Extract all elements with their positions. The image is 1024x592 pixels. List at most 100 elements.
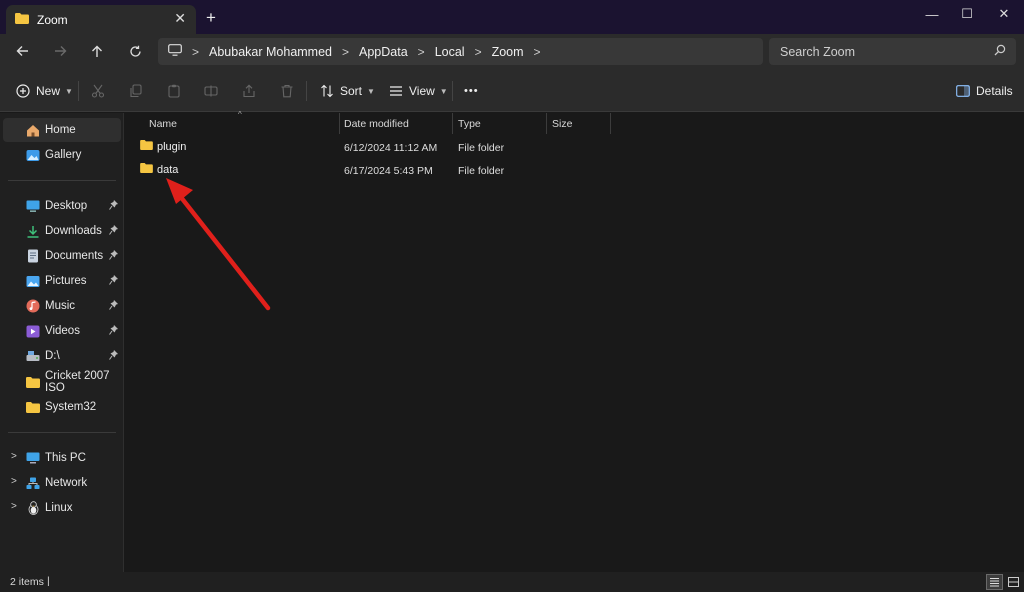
breadcrumb-chevron-icon[interactable]: >	[192, 45, 199, 59]
chevron-down-icon: ▼	[439, 86, 448, 96]
search-input[interactable]: Search Zoom	[769, 38, 1016, 65]
column-resize-handle[interactable]	[610, 113, 611, 134]
breadcrumb-chevron-icon[interactable]: >	[534, 45, 541, 59]
tab-zoom[interactable]: Zoom ✕	[6, 5, 196, 34]
column-resize-handle[interactable]	[546, 113, 547, 134]
column-header-name[interactable]: Name	[149, 113, 177, 135]
file-type: File folder	[458, 142, 505, 154]
status-separator: |	[47, 575, 50, 587]
new-label: New	[36, 84, 61, 98]
pin-icon[interactable]	[109, 225, 118, 238]
view-button[interactable]: View ▼	[389, 80, 448, 102]
file-date-modified: 6/12/2024 11:12 AM	[344, 142, 438, 154]
chevron-right-icon[interactable]: >	[11, 501, 17, 512]
sidebar-divider	[8, 180, 116, 181]
column-header-date-modified[interactable]: Date modified	[344, 113, 409, 135]
drive-icon	[26, 349, 40, 363]
pin-icon[interactable]	[109, 325, 118, 338]
sidebar-item-label: Home	[45, 124, 76, 136]
up-button[interactable]	[84, 40, 110, 62]
close-tab-icon[interactable]: ✕	[174, 10, 186, 27]
column-header-size[interactable]: Size	[552, 113, 572, 135]
chevron-right-icon[interactable]: >	[11, 451, 17, 462]
details-pane-icon	[956, 85, 970, 97]
sidebar-item-this-pc[interactable]: > This PC	[3, 446, 121, 470]
sidebar-item-desktop[interactable]: Desktop	[3, 194, 121, 218]
sidebar-item-documents[interactable]: Documents	[3, 244, 121, 268]
sidebar-item-home[interactable]: Home	[3, 118, 121, 142]
pin-icon[interactable]	[109, 250, 118, 263]
delete-button[interactable]	[280, 80, 294, 102]
sidebar-item-pictures[interactable]: Pictures	[3, 269, 121, 293]
monitor-icon	[168, 44, 182, 59]
gallery-icon	[26, 148, 40, 162]
sidebar-item-system32[interactable]: System32	[3, 395, 121, 419]
desktop-icon	[26, 199, 40, 213]
new-button[interactable]: New ▼	[16, 80, 73, 102]
back-button[interactable]	[9, 40, 35, 62]
breadcrumb-chevron-icon[interactable]: >	[418, 45, 425, 59]
pin-icon[interactable]	[109, 300, 118, 313]
table-row[interactable]: data 6/17/2024 5:43 PM File folder	[135, 160, 615, 182]
details-view-button[interactable]	[986, 574, 1003, 590]
sidebar-item-network[interactable]: > Network	[3, 471, 121, 495]
sidebar-item-gallery[interactable]: Gallery	[3, 143, 121, 167]
tiles-view-button[interactable]	[1005, 574, 1022, 590]
sidebar-item-label: Gallery	[45, 149, 82, 161]
sidebar-item-label: Linux	[45, 502, 73, 514]
view-list-icon	[390, 86, 402, 96]
address-row: > Abubakar Mohammed > AppData > Local > …	[0, 34, 1024, 70]
linux-icon	[26, 501, 40, 515]
breadcrumb-chevron-icon[interactable]: >	[475, 45, 482, 59]
paste-button[interactable]	[167, 80, 181, 102]
rename-button[interactable]	[204, 80, 218, 102]
music-icon	[26, 299, 40, 313]
search-icon	[994, 44, 1006, 59]
toolbar-divider	[78, 81, 79, 101]
folder-icon	[26, 375, 40, 389]
sidebar-item-linux[interactable]: > Linux	[3, 496, 121, 520]
chevron-down-icon: ▼	[65, 86, 73, 96]
file-name: data	[157, 163, 179, 176]
refresh-button[interactable]	[122, 40, 148, 62]
table-row[interactable]: plugin 6/12/2024 11:12 AM File folder	[135, 137, 615, 159]
pin-icon[interactable]	[109, 275, 118, 288]
column-resize-handle[interactable]	[452, 113, 453, 134]
pc-icon	[26, 451, 40, 465]
pin-icon[interactable]	[109, 350, 118, 363]
chevron-right-icon[interactable]: >	[11, 476, 17, 487]
breadcrumb-local[interactable]: Local	[435, 45, 465, 59]
new-tab-button[interactable]: +	[206, 8, 216, 28]
sidebar-item-videos[interactable]: Videos	[3, 319, 121, 343]
pin-icon[interactable]	[109, 200, 118, 213]
column-header-type[interactable]: Type	[458, 113, 481, 135]
command-bar: New ▼ Sort ▼ View ▼ ••• Details	[0, 70, 1024, 112]
more-options-button[interactable]: •••	[464, 80, 479, 102]
item-count: 2 items	[10, 576, 44, 588]
details-button[interactable]: Details	[956, 80, 1013, 102]
file-name: plugin	[157, 140, 187, 153]
sidebar-item-music[interactable]: Music	[3, 294, 121, 318]
minimize-button[interactable]: —	[916, 3, 948, 25]
toolbar-divider	[452, 81, 453, 101]
sidebar-item-drive-d[interactable]: D:\	[3, 344, 121, 368]
sidebar-item-label: D:\	[45, 350, 60, 362]
maximize-button[interactable]: ☐	[951, 3, 983, 25]
breadcrumb-chevron-icon[interactable]: >	[342, 45, 349, 59]
breadcrumb-appdata[interactable]: AppData	[359, 45, 408, 59]
forward-button[interactable]	[47, 40, 73, 62]
share-button[interactable]	[242, 80, 256, 102]
sidebar-item-downloads[interactable]: Downloads	[3, 219, 121, 243]
documents-icon	[26, 249, 40, 263]
network-icon	[26, 476, 40, 490]
copy-button[interactable]	[129, 80, 143, 102]
cut-button[interactable]	[91, 80, 105, 102]
column-resize-handle[interactable]	[339, 113, 340, 134]
sort-button[interactable]: Sort ▼	[320, 80, 375, 102]
breadcrumb-zoom[interactable]: Zoom	[492, 45, 524, 59]
sidebar-item-cricket-2007-iso[interactable]: Cricket 2007 ISO	[3, 370, 121, 394]
address-bar[interactable]: > Abubakar Mohammed > AppData > Local > …	[158, 38, 763, 65]
arrow-up-icon	[92, 45, 102, 57]
breadcrumb-user[interactable]: Abubakar Mohammed	[209, 45, 332, 59]
close-window-button[interactable]: ✕	[988, 3, 1020, 25]
